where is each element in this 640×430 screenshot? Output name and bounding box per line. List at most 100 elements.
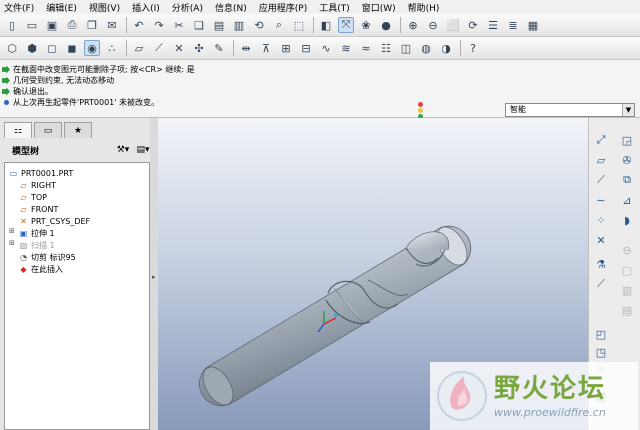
expand-icon[interactable]: ⊞	[9, 227, 15, 235]
dots-icon[interactable]: ∴	[104, 40, 120, 56]
watermark-url: www.proewildfire.cn	[494, 406, 606, 419]
analysis-feature-icon[interactable]: ⚗	[593, 256, 609, 272]
datum-plane-tool-icon[interactable]: ⤢	[593, 132, 609, 148]
tab-folder-browser[interactable]: ▭	[34, 122, 62, 138]
layers-icon[interactable]: ≣	[505, 17, 521, 33]
tree-item-front[interactable]: ▱ FRONT	[19, 204, 58, 214]
shade-analysis-icon[interactable]: ◍	[418, 40, 434, 56]
zoom-out-icon[interactable]: ⊖	[425, 17, 441, 33]
tree-title: 模型树	[12, 146, 40, 157]
orient-mode-icon[interactable]: ❀	[358, 17, 374, 33]
tree-item-sweep[interactable]: ▧ 扫描 1	[19, 240, 55, 250]
sections-icon[interactable]: ☷	[378, 40, 394, 56]
datum-axis-display-icon[interactable]: ⟋	[151, 40, 167, 56]
forum-watermark: 野火论坛 www.proewildfire.cn	[430, 362, 638, 430]
annotation-display-icon[interactable]: ✎	[211, 40, 227, 56]
tree-item-cut[interactable]: ◔ 切剪 标识95	[19, 252, 76, 262]
menu-insert[interactable]: 插入(I)	[132, 1, 160, 14]
tree-item-csys[interactable]: ✕ PRT_CSYS_DEF	[19, 216, 90, 226]
table-icon[interactable]: ⊞	[278, 40, 294, 56]
spin-center-icon[interactable]: ⤧	[338, 17, 354, 33]
enhanced-realism-icon[interactable]: ◉	[84, 40, 100, 56]
copy-file-icon[interactable]: ❐	[84, 17, 100, 33]
curvature-icon[interactable]: ∿	[318, 40, 334, 56]
save-icon[interactable]: ▣	[44, 17, 60, 33]
copy-icon[interactable]: ❏	[191, 17, 207, 33]
render-icon[interactable]: ◑	[438, 40, 454, 56]
ruler-icon[interactable]: ⟋	[593, 276, 609, 292]
open-icon[interactable]: ▭	[24, 17, 40, 33]
context-help-icon[interactable]: ?	[465, 40, 481, 56]
round-tool-icon[interactable]: ◰	[593, 326, 609, 342]
datum-point-display-icon[interactable]: ✕	[171, 40, 187, 56]
menu-analysis[interactable]: 分析(A)	[172, 1, 203, 14]
csys-tool-icon[interactable]: ✕	[593, 232, 609, 248]
selection-filter-dropdown[interactable]: 智能 ▼	[505, 103, 635, 117]
menu-view[interactable]: 视图(V)	[89, 1, 120, 14]
blend-tool-icon[interactable]: ⊿	[619, 192, 635, 208]
appearance-icon[interactable]: ●	[378, 17, 394, 33]
csys-display-icon[interactable]: ✣	[191, 40, 207, 56]
tree-item-top[interactable]: ▱ TOP	[19, 192, 47, 202]
extrude-tool-icon[interactable]: ◲	[619, 132, 635, 148]
menu-window[interactable]: 窗口(W)	[362, 1, 396, 14]
tree-item-right[interactable]: ▱ RIGHT	[19, 180, 56, 190]
menu-info[interactable]: 信息(N)	[215, 1, 247, 14]
draft-icon[interactable]: ≋	[338, 40, 354, 56]
navigator-splitter[interactable]: ▸	[150, 118, 158, 430]
reflection-icon[interactable]: ◫	[398, 40, 414, 56]
expand-icon[interactable]: ⊞	[9, 239, 15, 247]
zoom-in-icon[interactable]: ⊕	[405, 17, 421, 33]
menu-edit[interactable]: 编辑(E)	[46, 1, 77, 14]
redo-icon[interactable]: ↷	[151, 17, 167, 33]
no-hidden-icon[interactable]: ◻	[44, 40, 60, 56]
relations-icon[interactable]: ⊟	[298, 40, 314, 56]
tree-item-root[interactable]: ▭ PRT0001.PRT	[9, 168, 74, 178]
repaint-icon[interactable]: ◧	[318, 17, 334, 33]
print-icon[interactable]: ⎙	[64, 17, 80, 33]
hidden-line-icon[interactable]: ⬢	[24, 40, 40, 56]
tree-item-extrude[interactable]: ▣ 拉伸 1	[19, 228, 55, 238]
find-icon[interactable]: ⌕	[271, 17, 287, 33]
menu-file[interactable]: 文件(F)	[4, 1, 34, 14]
chevron-down-icon[interactable]: ▼	[622, 104, 634, 116]
datum-curve-icon[interactable]: ∼	[593, 192, 609, 208]
hole-tool-icon: ⊖	[622, 243, 632, 257]
saved-views-icon[interactable]: ☰	[485, 17, 501, 33]
undo-icon[interactable]: ↶	[131, 17, 147, 33]
tab-model-tree[interactable]: ⚏	[4, 122, 32, 138]
view-manager-icon[interactable]: ▦	[525, 17, 541, 33]
wireframe-icon[interactable]: ⬡	[4, 40, 20, 56]
datum-axis-tool-icon[interactable]: ▱	[593, 152, 609, 168]
menu-help[interactable]: 帮助(H)	[408, 1, 440, 14]
new-icon[interactable]: ▯	[4, 17, 20, 33]
chamfer-tool-icon[interactable]: ◳	[593, 344, 609, 360]
shading-icon[interactable]: ◼	[64, 40, 80, 56]
toolbar-separator	[233, 40, 234, 56]
paste-special-icon[interactable]: ▥	[231, 17, 247, 33]
watermark-logo-icon	[437, 371, 487, 421]
email-icon[interactable]: ✉	[104, 17, 120, 33]
revolve-tool-icon[interactable]: ✇	[619, 152, 635, 168]
menu-applications[interactable]: 应用程序(P)	[259, 1, 307, 14]
boundary-blend-icon[interactable]: ◗	[619, 212, 635, 228]
reorient-icon[interactable]: ⟳	[465, 17, 481, 33]
slope-icon[interactable]: ≈	[358, 40, 374, 56]
collapse-arrow-icon[interactable]: ▸	[152, 273, 156, 281]
datum-plane-display-icon[interactable]: ▱	[131, 40, 147, 56]
variable-sweep-icon[interactable]: ⧉	[619, 172, 635, 188]
tree-show-icon[interactable]: ▤▾	[136, 143, 150, 157]
menu-tools[interactable]: 工具(T)	[319, 1, 350, 14]
tree-settings-icon[interactable]: ⚒▾	[116, 143, 130, 157]
paste-icon[interactable]: ▤	[211, 17, 227, 33]
refit-icon[interactable]: ⬜	[445, 17, 461, 33]
tab-favorites[interactable]: ★	[64, 122, 92, 138]
regenerate-icon[interactable]: ⟲	[251, 17, 267, 33]
tree-item-insert-here[interactable]: ◆ 在此插入	[19, 264, 63, 274]
sketch-tool-icon[interactable]: ⟋	[593, 172, 609, 188]
measure-icon[interactable]: ⇹	[238, 40, 254, 56]
select-box-icon[interactable]: ⬚	[291, 17, 307, 33]
model-analysis-icon[interactable]: ⊼	[258, 40, 274, 56]
cut-icon[interactable]: ✂	[171, 17, 187, 33]
datum-point-tool-icon[interactable]: ⁘	[593, 212, 609, 228]
